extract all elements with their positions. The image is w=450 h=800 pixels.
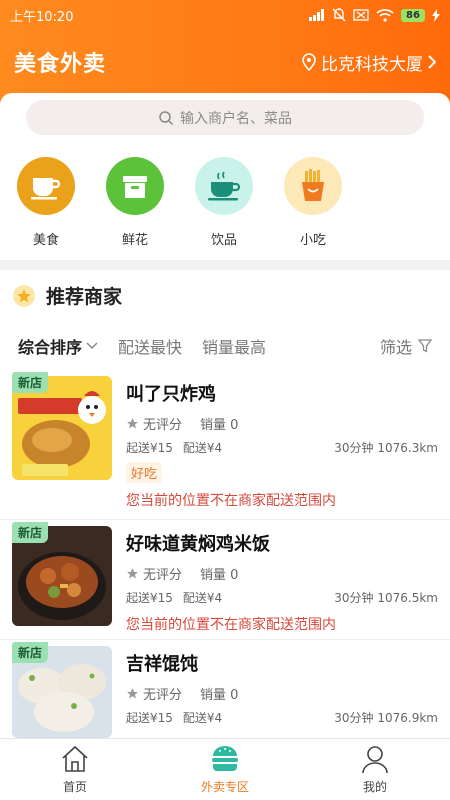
app-title: 美食外卖: [14, 52, 107, 77]
sales-text: 销量 0: [200, 568, 239, 583]
merchant-name: 吉祥馄饨: [126, 654, 198, 675]
sort-fastest[interactable]: 配送最快: [118, 334, 182, 358]
location-selector[interactable]: 比克科技大厦: [302, 50, 436, 75]
wifi-icon: [376, 8, 394, 22]
section-divider: [0, 260, 450, 270]
rating-text: 无评分: [143, 688, 183, 703]
merchant-eta: 30分钟 1076.5km: [334, 591, 438, 605]
bottom-navigation: 首页 外卖专区 我的: [0, 738, 450, 800]
charging-icon: [432, 8, 440, 22]
merchant-card[interactable]: 新店 好味道黄焖鸡米饭 无评分 销量 0 起送¥15 配送¥4 30分钟 1076…: [0, 520, 450, 640]
merchant-rating: 无评分 销量 0: [126, 684, 238, 703]
mute-icon: [332, 8, 346, 22]
nav-label: 我的: [362, 780, 387, 794]
search-placeholder: 输入商户名、菜品: [180, 110, 292, 127]
rating-text: 无评分: [143, 568, 183, 583]
category-label: 饮品: [210, 233, 237, 248]
merchant-eta: 30分钟 1076.3km: [334, 441, 438, 455]
nav-label: 外卖专区: [200, 780, 249, 794]
merchant-rating: 无评分 销量 0: [126, 564, 238, 583]
user-icon: [362, 746, 388, 774]
burger-icon: [212, 746, 238, 771]
merchant-name: 好味道黄焖鸡米饭: [126, 534, 270, 555]
delivery-fee: 配送¥4: [182, 441, 223, 455]
out-of-range-warning: 您当前的位置不在商家配送范围内: [126, 617, 336, 633]
category-drinks[interactable]: 饮品: [184, 157, 264, 248]
home-icon: [62, 745, 88, 772]
merchant-fees: 起送¥15 配送¥4: [126, 589, 222, 606]
merchant-name: 叫了只炸鸡: [126, 384, 216, 405]
category-grid: 美食 鲜花 饮品 小吃: [0, 157, 450, 252]
delivery-fee: 配送¥4: [182, 711, 223, 725]
category-label: 小吃: [299, 233, 326, 248]
star-icon: [127, 568, 138, 579]
merchant-card[interactable]: 新店 吉祥馄饨 无评分 销量 0 起送¥15 配送¥4 30分钟 1076.9km: [0, 640, 450, 740]
sort-bar: 综合排序 配送最快 销量最高 筛选: [0, 330, 450, 362]
star-icon: [127, 688, 138, 699]
new-store-badge: 新店: [12, 642, 49, 663]
min-order: 起送¥15: [126, 591, 173, 605]
location-pin-icon: [302, 53, 316, 71]
filter-button[interactable]: 筛选: [380, 334, 432, 358]
star-badge-icon: [13, 284, 35, 307]
sort-label: 综合排序: [18, 338, 83, 357]
nav-takeout[interactable]: 外卖专区: [150, 739, 300, 800]
rating-text: 无评分: [143, 418, 183, 433]
category-snacks[interactable]: 小吃: [273, 157, 353, 248]
new-store-badge: 新店: [12, 522, 49, 543]
gift-box-icon: [123, 176, 147, 198]
filter-icon: [418, 339, 432, 353]
chevron-down-icon: [86, 342, 98, 350]
coffee-cup-icon: [31, 178, 61, 200]
sales-text: 销量 0: [200, 418, 239, 433]
chevron-right-icon: [428, 55, 436, 69]
sort-label: 配送最快: [118, 338, 183, 357]
filter-label: 筛选: [379, 338, 412, 357]
category-label: 美食: [32, 233, 59, 248]
status-time: 上午10:20: [10, 9, 74, 25]
min-order: 起送¥15: [126, 711, 173, 725]
teacup-icon: [208, 171, 241, 201]
battery-indicator: 86: [401, 8, 425, 22]
category-label: 鲜花: [121, 233, 148, 248]
merchant-tag: 好吃: [126, 462, 163, 483]
nav-home[interactable]: 首页: [0, 739, 150, 800]
out-of-range-warning: 您当前的位置不在商家配送范围内: [126, 493, 336, 509]
fries-icon: [302, 169, 324, 201]
search-input[interactable]: 输入商户名、菜品: [26, 100, 424, 135]
location-label: 比克科技大厦: [321, 54, 423, 75]
merchant-fees: 起送¥15 配送¥4: [126, 709, 222, 726]
status-bar: 上午10:20 86: [0, 0, 450, 30]
sort-comprehensive[interactable]: 综合排序: [18, 334, 98, 358]
search-icon: [159, 110, 174, 125]
signal-icon: [309, 9, 324, 21]
merchant-fees: 起送¥15 配送¥4: [126, 439, 222, 456]
merchant-rating: 无评分 销量 0: [126, 414, 238, 433]
new-store-badge: 新店: [12, 372, 49, 393]
sales-text: 销量 0: [200, 688, 239, 703]
category-food[interactable]: 美食: [6, 157, 86, 248]
merchant-card[interactable]: 新店 叫了只炸鸡 无评分 销量 0 起送¥15 配送¥4 30分钟 1076.3k…: [0, 370, 450, 520]
sim-icon: [353, 9, 369, 21]
star-icon: [127, 418, 138, 429]
sort-label: 销量最高: [202, 338, 267, 357]
nav-profile[interactable]: 我的: [300, 739, 450, 800]
section-header: 推荐商家: [12, 282, 122, 309]
merchant-eta: 30分钟 1076.9km: [334, 711, 438, 725]
section-title: 推荐商家: [46, 286, 123, 308]
min-order: 起送¥15: [126, 441, 173, 455]
delivery-fee: 配送¥4: [182, 591, 223, 605]
sort-best-selling[interactable]: 销量最高: [202, 334, 266, 358]
nav-label: 首页: [62, 780, 87, 794]
category-flowers[interactable]: 鲜花: [95, 157, 175, 248]
